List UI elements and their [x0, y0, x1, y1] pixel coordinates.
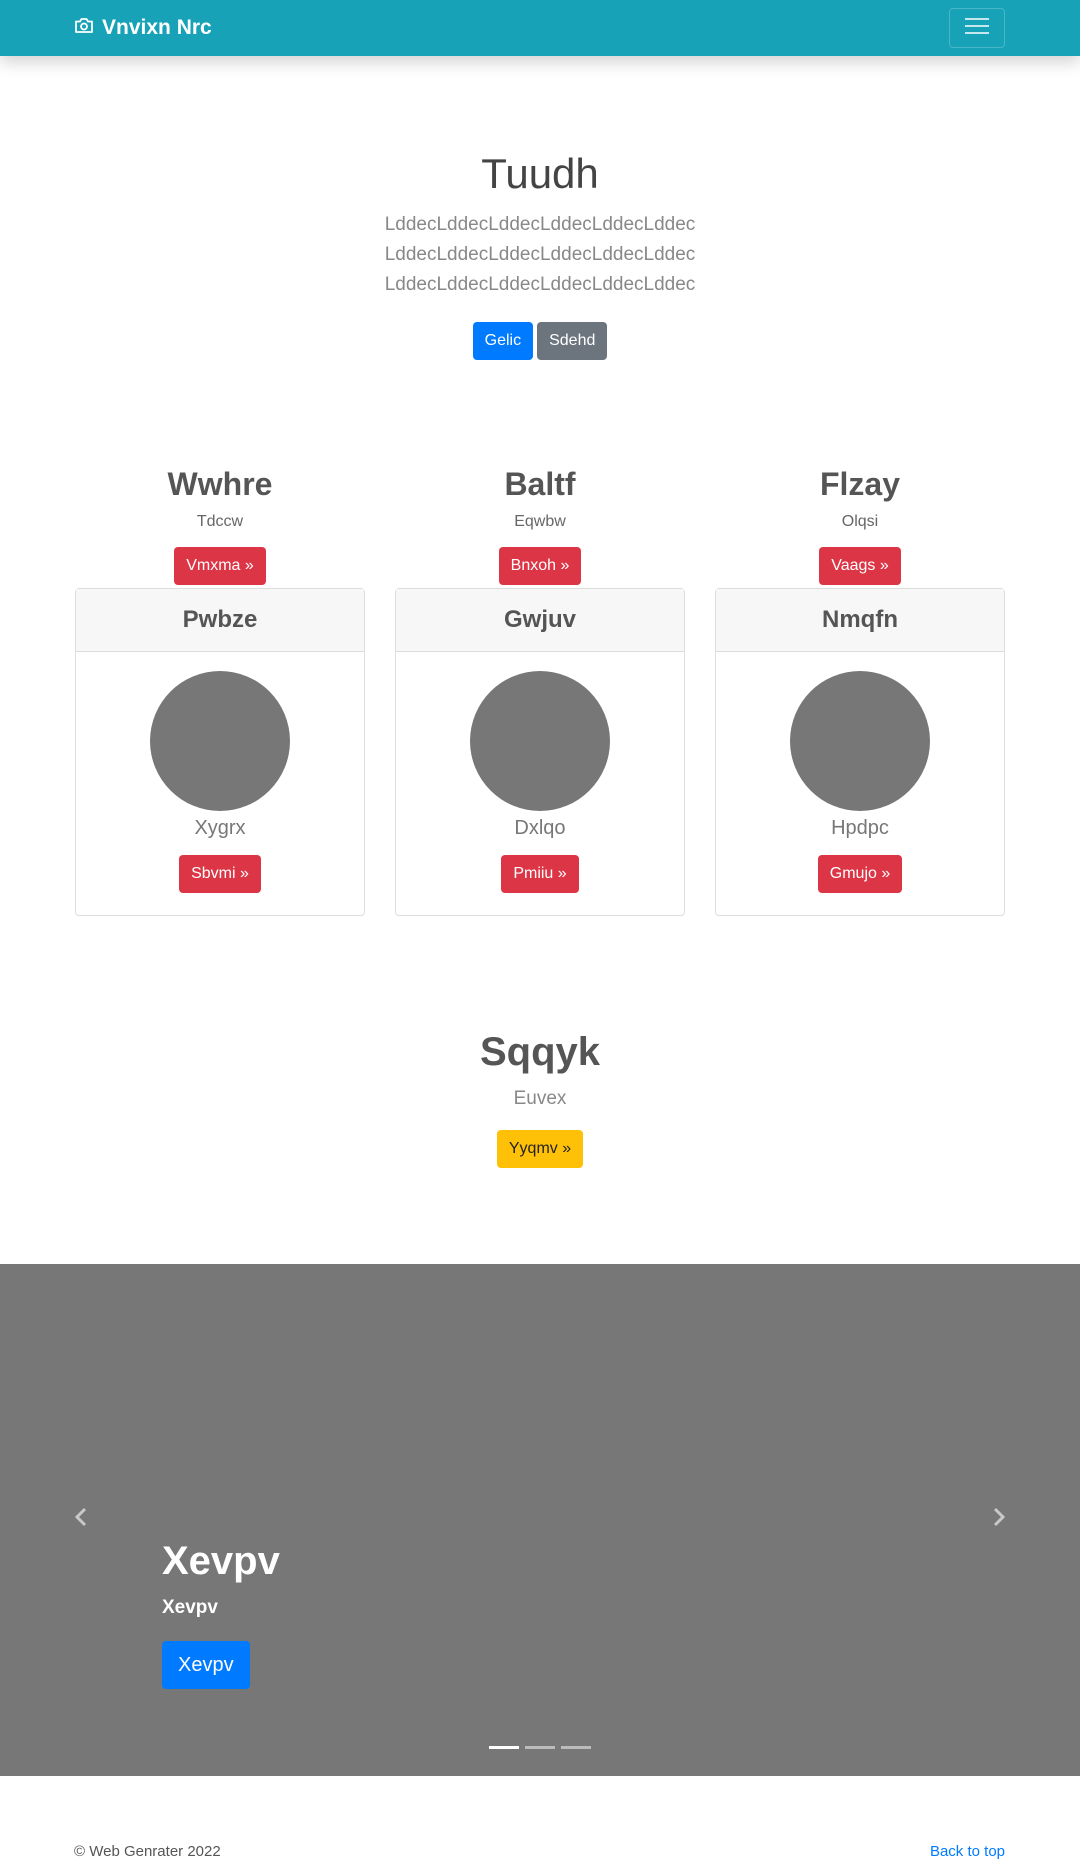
- carousel-indicator[interactable]: [489, 1746, 519, 1749]
- card-button[interactable]: Sbvmi »: [179, 855, 261, 893]
- carousel: Xevpv Xevpv Xevpv: [0, 1264, 1080, 1776]
- column-button[interactable]: Vaags »: [819, 547, 901, 585]
- hero-line: LddecLddecLddecLddecLddecLddec: [384, 274, 696, 295]
- column-title: Flzay: [819, 466, 901, 502]
- carousel-prev-button[interactable]: [66, 1504, 96, 1534]
- navbar: Vnvixn Nrc: [0, 0, 1080, 56]
- carousel-button[interactable]: Xevpv: [162, 1641, 250, 1689]
- column-3: Flzay Olqsi Vaags »: [715, 466, 1005, 585]
- card-name: Xygrx: [194, 817, 246, 839]
- card-name: Hpdpc: [831, 817, 889, 839]
- column-2: Baltf Eqwbw Bnxoh »: [395, 466, 685, 585]
- card-button[interactable]: Pmiiu »: [501, 855, 579, 893]
- card-header: Gwjuv: [396, 589, 684, 652]
- navbar-toggler-button[interactable]: [949, 8, 1005, 48]
- card-header: Pwbze: [76, 589, 364, 652]
- column-title: Baltf: [504, 466, 576, 502]
- hero-title: Tuudh: [481, 150, 599, 197]
- brand-link[interactable]: Vnvixn Nrc: [74, 0, 212, 56]
- hero-actions: Gelic Sdehd: [0, 322, 1080, 360]
- hero-secondary-button[interactable]: Sdehd: [537, 322, 608, 360]
- card-button[interactable]: Gmujo »: [817, 855, 903, 893]
- camera-icon: [74, 16, 102, 40]
- column-1: Wwhre Tdccw Vmxma »: [75, 466, 365, 585]
- column-button[interactable]: Bnxoh »: [498, 547, 582, 585]
- column-subtitle: Eqwbw: [514, 513, 566, 530]
- hamburger-menu-icon: [964, 16, 990, 41]
- hero-line: LddecLddecLddecLddecLddecLddec: [384, 244, 696, 265]
- footer-copyright: © Web Genrater 2022: [74, 1843, 221, 1860]
- hero-line: LddecLddecLddecLddecLddecLddec: [384, 214, 696, 235]
- chevron-right-icon: [992, 1507, 1006, 1532]
- chevron-left-icon: [74, 1507, 88, 1532]
- carousel-indicators: [0, 1746, 1080, 1749]
- avatar-placeholder: [470, 671, 610, 811]
- card-1: Pwbze Xygrx Sbvmi »: [75, 588, 365, 916]
- carousel-next-button[interactable]: [984, 1504, 1014, 1534]
- card-3: Nmqfn Hpdpc Gmujo »: [715, 588, 1005, 916]
- feature-title: Sqqyk: [479, 1030, 601, 1074]
- column-title: Wwhre: [167, 466, 273, 502]
- feature-button[interactable]: Yyqmv »: [496, 1130, 584, 1168]
- column-subtitle: Tdccw: [196, 513, 244, 530]
- avatar-placeholder: [790, 671, 930, 811]
- column-button[interactable]: Vmxma »: [174, 547, 266, 585]
- card-name: Dxlqo: [514, 817, 566, 839]
- card-header: Nmqfn: [716, 589, 1004, 652]
- feature-subtitle: Euvex: [513, 1088, 567, 1109]
- avatar-placeholder: [150, 671, 290, 811]
- column-subtitle: Olqsi: [841, 513, 879, 530]
- brand-text: Vnvixn Nrc: [102, 16, 212, 39]
- hero-description: LddecLddecLddecLddecLddecLddec LddecLdde…: [0, 210, 1080, 300]
- carousel-caption-title: Xevpv: [162, 1539, 280, 1583]
- carousel-indicator[interactable]: [525, 1746, 555, 1749]
- back-to-top-link[interactable]: Back to top: [930, 1843, 1005, 1860]
- card-2: Gwjuv Dxlqo Pmiiu »: [395, 588, 685, 916]
- carousel-caption-subtitle: Xevpv: [162, 1597, 218, 1618]
- carousel-indicator[interactable]: [561, 1746, 591, 1749]
- hero-primary-button[interactable]: Gelic: [472, 322, 534, 360]
